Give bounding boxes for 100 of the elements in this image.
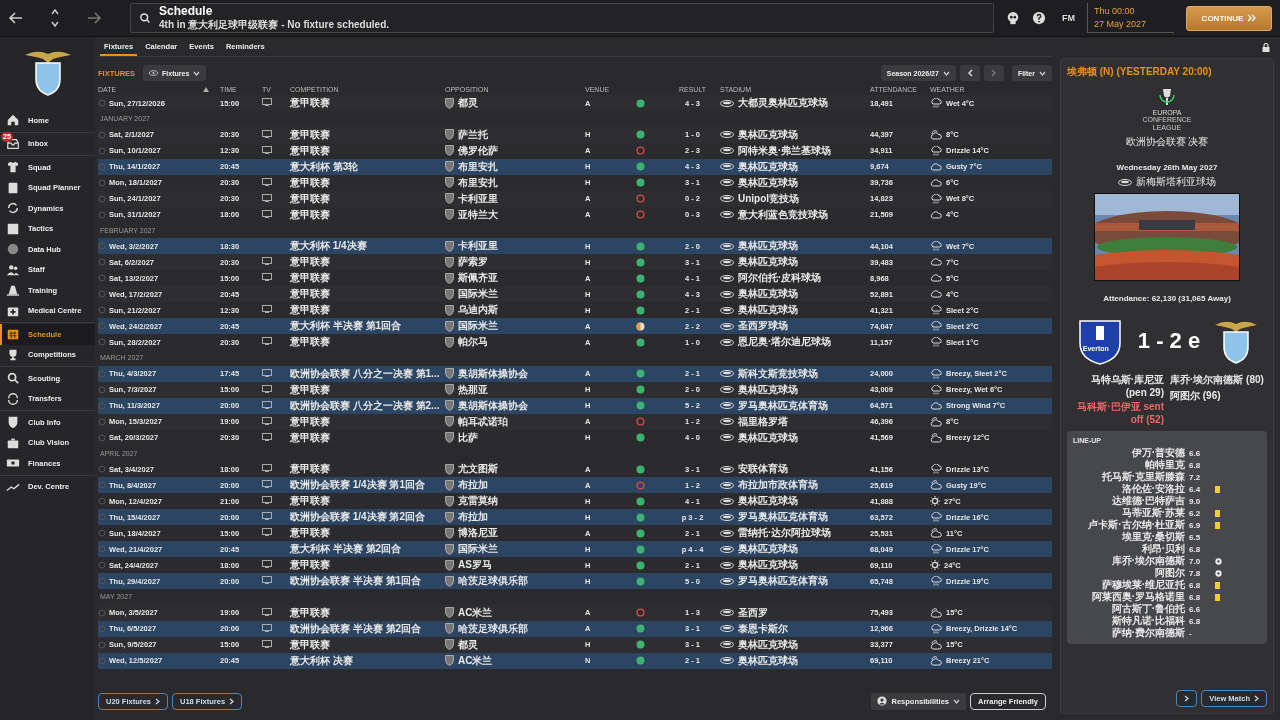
player-name[interactable]: 托马斯·克里斯滕森 — [1073, 470, 1185, 484]
opponent-cell[interactable]: AC米兰 — [458, 653, 493, 668]
crest-icon — [445, 320, 454, 332]
stadium-name: 新梅斯塔利亚球场 — [1136, 175, 1216, 189]
player-name[interactable]: 洛伦佐·安洛拉 — [1073, 482, 1185, 496]
stadium-cell: 奥林匹克球场 — [738, 303, 798, 317]
opponent-cell[interactable]: 都灵 — [458, 96, 478, 110]
stadium-icon — [720, 402, 734, 409]
opponent-cell[interactable]: AC米兰 — [458, 605, 493, 620]
double-chevron-icon — [1247, 14, 1257, 22]
status-circle-icon — [98, 369, 106, 378]
status-circle-icon — [98, 322, 106, 330]
stadium-cell: 雷纳托·达尔阿拉球场 — [738, 526, 832, 540]
stadium-cell: 斯科文斯竞技球场 — [738, 366, 818, 381]
stadium-icon — [720, 322, 734, 330]
status-circle-icon — [98, 497, 106, 505]
opponent-cell[interactable]: 都灵 — [458, 637, 478, 652]
back-icon[interactable] — [8, 10, 24, 26]
crest-icon — [445, 511, 454, 523]
lock-icon[interactable] — [1262, 43, 1270, 52]
player-name[interactable]: 卢卡斯·古尔纳·杜亚斯 — [1073, 518, 1185, 532]
opponent-cell[interactable]: 萨兰托 — [458, 127, 488, 142]
opponent-cell[interactable]: 帕尔马 — [458, 335, 488, 349]
stadium-cell: 奥林匹克球场 — [738, 382, 798, 397]
opponent-cell[interactable]: 奥胡斯体操协会 — [458, 366, 528, 381]
player-name[interactable]: 阿莱西奥·罗马格诺里 — [1073, 590, 1185, 604]
player-rating: 6.2 — [1189, 508, 1202, 518]
player-name[interactable]: 阿图尔 — [1073, 566, 1185, 580]
search-field[interactable]: Schedule 4th in 意大利足球甲级联赛 - No fixture scheduled. — [130, 3, 994, 33]
status-circle-icon — [98, 401, 106, 410]
status-circle-icon — [98, 417, 106, 426]
crest-icon — [445, 97, 454, 109]
opponent-cell[interactable]: 帕耳忒诺珀 — [458, 414, 508, 429]
competition-cell-text: 欧洲协会联赛 半决赛 第2回合 — [290, 621, 423, 636]
caret-icon — [953, 698, 960, 704]
status-circle-icon — [98, 290, 106, 298]
stadium-icon — [720, 211, 734, 218]
opponent-cell[interactable]: 斯佩齐亚 — [458, 271, 498, 285]
skull-icon[interactable] — [1005, 11, 1020, 25]
player-name[interactable]: 马蒂亚斯·苏莱 — [1073, 506, 1185, 520]
help-icon[interactable] — [1031, 11, 1046, 25]
player-name[interactable]: 达维德·巴特萨吉 — [1073, 494, 1185, 508]
opponent-cell[interactable]: 卡利亚里 — [458, 239, 498, 253]
player-name[interactable]: 阿古斯丁·鲁伯托 — [1073, 602, 1185, 616]
previous-button[interactable] — [959, 65, 980, 81]
player-rating: 6.6 — [1189, 604, 1202, 614]
crest-icon — [445, 495, 454, 507]
player-name[interactable]: 利昂·贝利 — [1073, 542, 1185, 556]
stadium-icon — [720, 370, 734, 377]
right-chevron-icon — [1254, 695, 1259, 702]
player-name[interactable]: 埃里克·桑切斯 — [1073, 530, 1185, 544]
player-name[interactable]: 伊万·普安德 — [1073, 446, 1185, 460]
next-match-button[interactable] — [1176, 690, 1198, 707]
opponent-cell[interactable]: 国际米兰 — [458, 287, 498, 301]
player-name[interactable]: 萨穆埃莱·维尼亚托 — [1073, 578, 1185, 592]
opponent-cell[interactable]: 哈茨足球俱乐部 — [458, 574, 528, 588]
opponent-cell[interactable]: 博洛尼亚 — [458, 526, 498, 540]
status-circle-icon — [98, 242, 106, 250]
opponent-cell[interactable]: 布拉加 — [458, 510, 488, 524]
competition-cell-text: 意甲联赛 — [290, 414, 331, 429]
opponent-cell[interactable]: 国际米兰 — [458, 319, 498, 333]
status-circle-icon — [98, 545, 106, 553]
opponent-cell[interactable]: 布拉加 — [458, 478, 488, 492]
crest-icon — [445, 575, 454, 587]
down-chevron-icon[interactable] — [50, 20, 60, 28]
match-event: 马特乌斯·库尼亚 (pen 29) — [1089, 373, 1164, 398]
player-name[interactable]: 库乔·埃尔南德斯 — [1073, 554, 1185, 568]
stadium-cell: 安联体育场 — [738, 462, 788, 476]
opponent-cell[interactable]: 热那亚 — [458, 382, 488, 397]
player-name[interactable]: 萨纳·费尔南德斯 — [1073, 626, 1185, 640]
status-circle-icon — [98, 162, 106, 171]
opponent-cell[interactable]: 布里安扎 — [458, 159, 498, 174]
opponent-cell[interactable]: 哈茨足球俱乐部 — [458, 621, 528, 636]
competition-cell-text: 意甲联赛 — [290, 127, 331, 142]
match-event: 库乔·埃尔南德斯 (80) — [1170, 373, 1265, 387]
opponent-cell[interactable]: 亚特兰大 — [458, 207, 498, 222]
stadium-icon — [720, 609, 734, 616]
opponent-cell[interactable]: 尤文图斯 — [458, 462, 498, 476]
stadium-cell: 罗马奥林匹克体育场 — [738, 510, 828, 524]
player-name[interactable]: 帕特里克 — [1073, 458, 1185, 472]
forward-icon[interactable] — [86, 10, 102, 26]
opponent-cell[interactable]: 克雷莫纳 — [458, 494, 498, 508]
opponent-cell[interactable]: 国际米兰 — [458, 542, 498, 556]
competition-cell-text: 意甲联赛 — [290, 462, 331, 476]
opponent-cell[interactable]: 佛罗伦萨 — [458, 143, 498, 158]
player-rating: 6.8 — [1189, 616, 1202, 626]
opponent-cell[interactable]: 比萨 — [458, 430, 478, 445]
up-chevron-icon[interactable] — [50, 8, 60, 16]
stadium-cell: 奥林匹克球场 — [738, 558, 798, 572]
opponent-cell[interactable]: 卡利亚里 — [458, 191, 498, 206]
opponent-cell[interactable]: 奥胡斯体操协会 — [458, 398, 528, 413]
player-name[interactable]: 斯特凡诺·比福科 — [1073, 614, 1185, 628]
opponent-cell[interactable]: 萨索罗 — [458, 255, 488, 269]
crest-icon — [445, 416, 454, 427]
player-rating: 7.0 — [1189, 556, 1202, 566]
opponent-cell[interactable]: AS罗马 — [458, 558, 492, 572]
opponent-cell[interactable]: 布里安扎 — [458, 175, 498, 190]
competition-cell-text: 意甲联赛 — [290, 303, 331, 317]
stadium-cell: 奥林匹克球场 — [738, 287, 798, 301]
opponent-cell[interactable]: 乌迪内斯 — [458, 303, 498, 317]
